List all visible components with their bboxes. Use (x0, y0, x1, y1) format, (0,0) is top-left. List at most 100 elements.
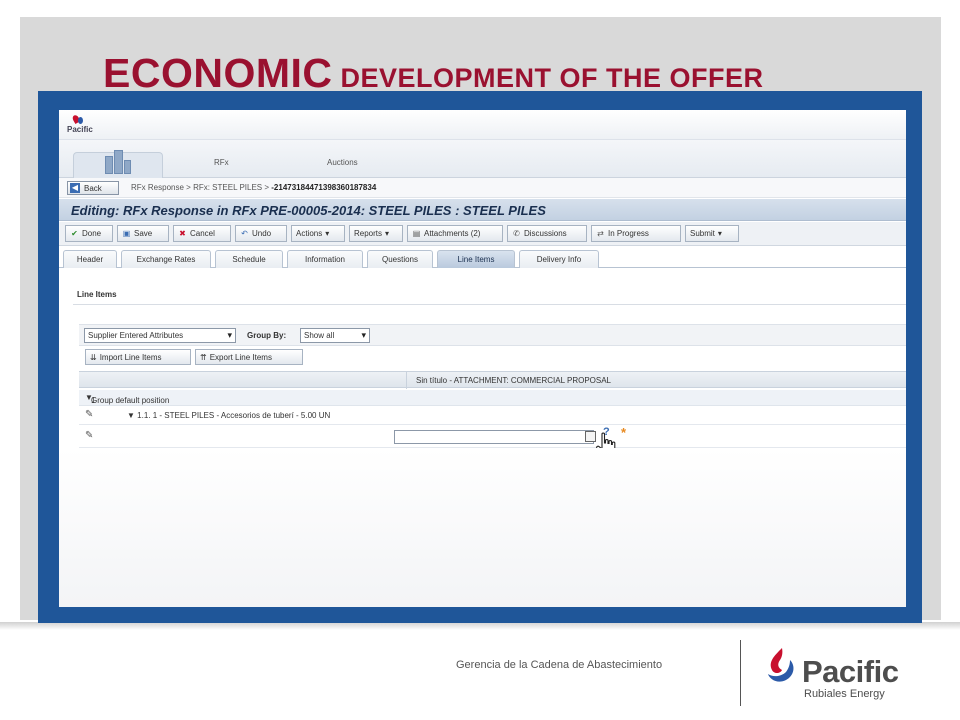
grid-header: Sin título - ATTACHMENT: COMMERCIAL PROP… (79, 371, 906, 389)
line-item-label: ▼ 1.1. 1 - STEEL PILES - Accesorios de t… (127, 411, 331, 420)
attribute-filter-value: Supplier Entered Attributes (88, 331, 184, 340)
attachment-row: ✎ ? * (79, 425, 906, 458)
app-topbar: Pacific (59, 110, 906, 140)
tab-line-items[interactable]: Line Items (437, 250, 515, 268)
export-label: Export Line Items (209, 352, 272, 362)
breadcrumb-rfx[interactable]: RFx: STEEL PILES (193, 183, 262, 192)
import-line-items-button[interactable]: ⇊ Import Line Items (85, 349, 191, 365)
group-by-label: Group By: (247, 331, 287, 340)
editing-title: Editing: RFx Response in RFx PRE-00005-2… (71, 203, 546, 218)
group-row-label: ▼ 1 Group default position (85, 393, 170, 405)
attribute-filter-select[interactable]: Supplier Entered Attributes ▾ (84, 328, 236, 343)
column-header-attachment: Sin título - ATTACHMENT: COMMERCIAL PROP… (416, 376, 611, 385)
submit-menu[interactable]: Submit ▾ (685, 225, 739, 242)
import-icon: ⇊ (90, 352, 97, 362)
export-line-items-button[interactable]: ⇈ Export Line Items (195, 349, 303, 365)
back-button-label: Back (84, 183, 102, 193)
status-label: In Progress (608, 229, 649, 238)
dropdown-icon: ▾ (325, 229, 330, 238)
reports-menu[interactable]: Reports ▾ (349, 225, 403, 242)
save-button[interactable]: ▣ Save (117, 225, 169, 242)
cancel-label: Cancel (190, 229, 215, 238)
slide: ECONOMIC DEVELOPMENT OF THE OFFER Pacifi… (0, 0, 960, 720)
tab-questions[interactable]: Questions (367, 250, 433, 268)
discussion-icon: ✆ (513, 229, 520, 238)
dropdown-icon: ▾ (717, 229, 722, 238)
undo-label: Undo (252, 229, 272, 238)
group-row[interactable]: ▼ 1 Group default position (79, 390, 906, 406)
breadcrumb: ◀ Back RFx Response > RFx: STEEL PILES >… (59, 178, 906, 198)
slide-title: ECONOMIC DEVELOPMENT OF THE OFFER (103, 50, 764, 97)
empty-content-area (59, 448, 906, 607)
pencil-icon[interactable]: ✎ (85, 409, 93, 420)
filter-bar: Supplier Entered Attributes ▾ Group By: … (79, 324, 906, 346)
cancel-icon: ✖ (179, 229, 186, 238)
actions-label: Actions (296, 229, 323, 238)
breadcrumb-sep: > (186, 183, 191, 192)
logo-wordmark: Pacific (802, 654, 899, 689)
submit-label: Submit (690, 229, 715, 238)
slide-title-rest: DEVELOPMENT OF THE OFFER (332, 63, 764, 93)
undo-icon: ↶ (241, 229, 248, 238)
save-label: Save (134, 229, 153, 238)
attachment-browse-icon[interactable] (585, 431, 596, 442)
pacific-logo-mini: Pacific (65, 114, 103, 136)
section-title: Line Items (77, 290, 117, 299)
tab-schedule[interactable]: Schedule (215, 250, 283, 268)
footer-department: Gerencia de la Cadena de Abastecimiento (456, 659, 663, 671)
building-icon (103, 148, 133, 174)
nav-auctions[interactable]: Auctions (327, 158, 358, 167)
required-icon: * (621, 425, 627, 440)
done-label: Done (82, 229, 102, 238)
home-tab[interactable] (73, 146, 163, 178)
status-button[interactable]: ⇄ In Progress (591, 225, 681, 242)
actions-menu[interactable]: Actions ▾ (291, 225, 345, 242)
discussions-label: Discussions (524, 229, 567, 238)
column-divider (406, 372, 407, 389)
group-row-text: Group default position (91, 396, 170, 405)
undo-button[interactable]: ↶ Undo (235, 225, 287, 242)
app-screenshot: Pacific RFx Auctions ◀ Back RFx Response (59, 110, 906, 607)
divider-shadow (0, 622, 960, 630)
line-item-row[interactable]: ✎ ▼ 1.1. 1 - STEEL PILES - Accesorios de… (79, 407, 906, 425)
check-icon: ✔ (71, 229, 78, 238)
done-button[interactable]: ✔ Done (65, 225, 113, 242)
mini-logo-text: Pacific (67, 125, 93, 134)
tab-delivery-info[interactable]: Delivery Info (519, 250, 599, 268)
breadcrumb-rfx-response[interactable]: RFx Response (131, 183, 184, 192)
back-button[interactable]: ◀ Back (67, 181, 119, 195)
nav-rfx[interactable]: RFx (214, 158, 229, 167)
import-label: Import Line Items (99, 352, 162, 362)
breadcrumb-current: -21473184471398360187834 (271, 183, 377, 192)
cancel-button[interactable]: ✖ Cancel (173, 225, 231, 242)
tab-strip: Header Exchange Rates Schedule Informati… (59, 248, 906, 268)
slide-title-main: ECONOMIC (103, 50, 333, 96)
group-by-value: Show all (304, 331, 335, 340)
attachments-button[interactable]: ▤ Attachments (2) (407, 225, 503, 242)
tab-information[interactable]: Information (287, 250, 363, 268)
pacific-flame-icon (768, 648, 794, 682)
line-item-text: 1.1. 1 - STEEL PILES - Accesorios de tub… (137, 411, 331, 420)
breadcrumb-sep: > (264, 183, 270, 192)
footer-divider (740, 640, 741, 706)
dropdown-icon: ▾ (385, 229, 390, 238)
discussions-button[interactable]: ✆ Discussions (507, 225, 587, 242)
attachment-icon: ▤ (412, 229, 421, 238)
reports-label: Reports (354, 229, 383, 238)
flame-icon-blue (78, 117, 83, 124)
app-nav: RFx Auctions (59, 140, 906, 178)
group-by-select[interactable]: Show all ▾ (300, 328, 370, 343)
chevron-down-icon: ▾ (361, 330, 366, 340)
export-icon: ⇈ (200, 352, 207, 362)
pencil-icon[interactable]: ✎ (85, 430, 93, 441)
pacific-logo: Pacific Rubiales Energy (764, 640, 924, 708)
save-icon: ▣ (122, 229, 131, 238)
tab-header[interactable]: Header (63, 250, 117, 268)
tab-exchange-rates[interactable]: Exchange Rates (121, 250, 211, 268)
attachment-field[interactable] (394, 430, 594, 444)
status-icon: ⇄ (597, 229, 604, 238)
section-divider (73, 304, 906, 305)
toolbar: ✔ Done ▣ Save ✖ Cancel ↶ Undo Actions ▾ Repor… (59, 222, 906, 246)
editing-header: Editing: RFx Response in RFx PRE-00005-2… (59, 199, 906, 221)
logo-subtitle: Rubiales Energy (804, 688, 885, 700)
